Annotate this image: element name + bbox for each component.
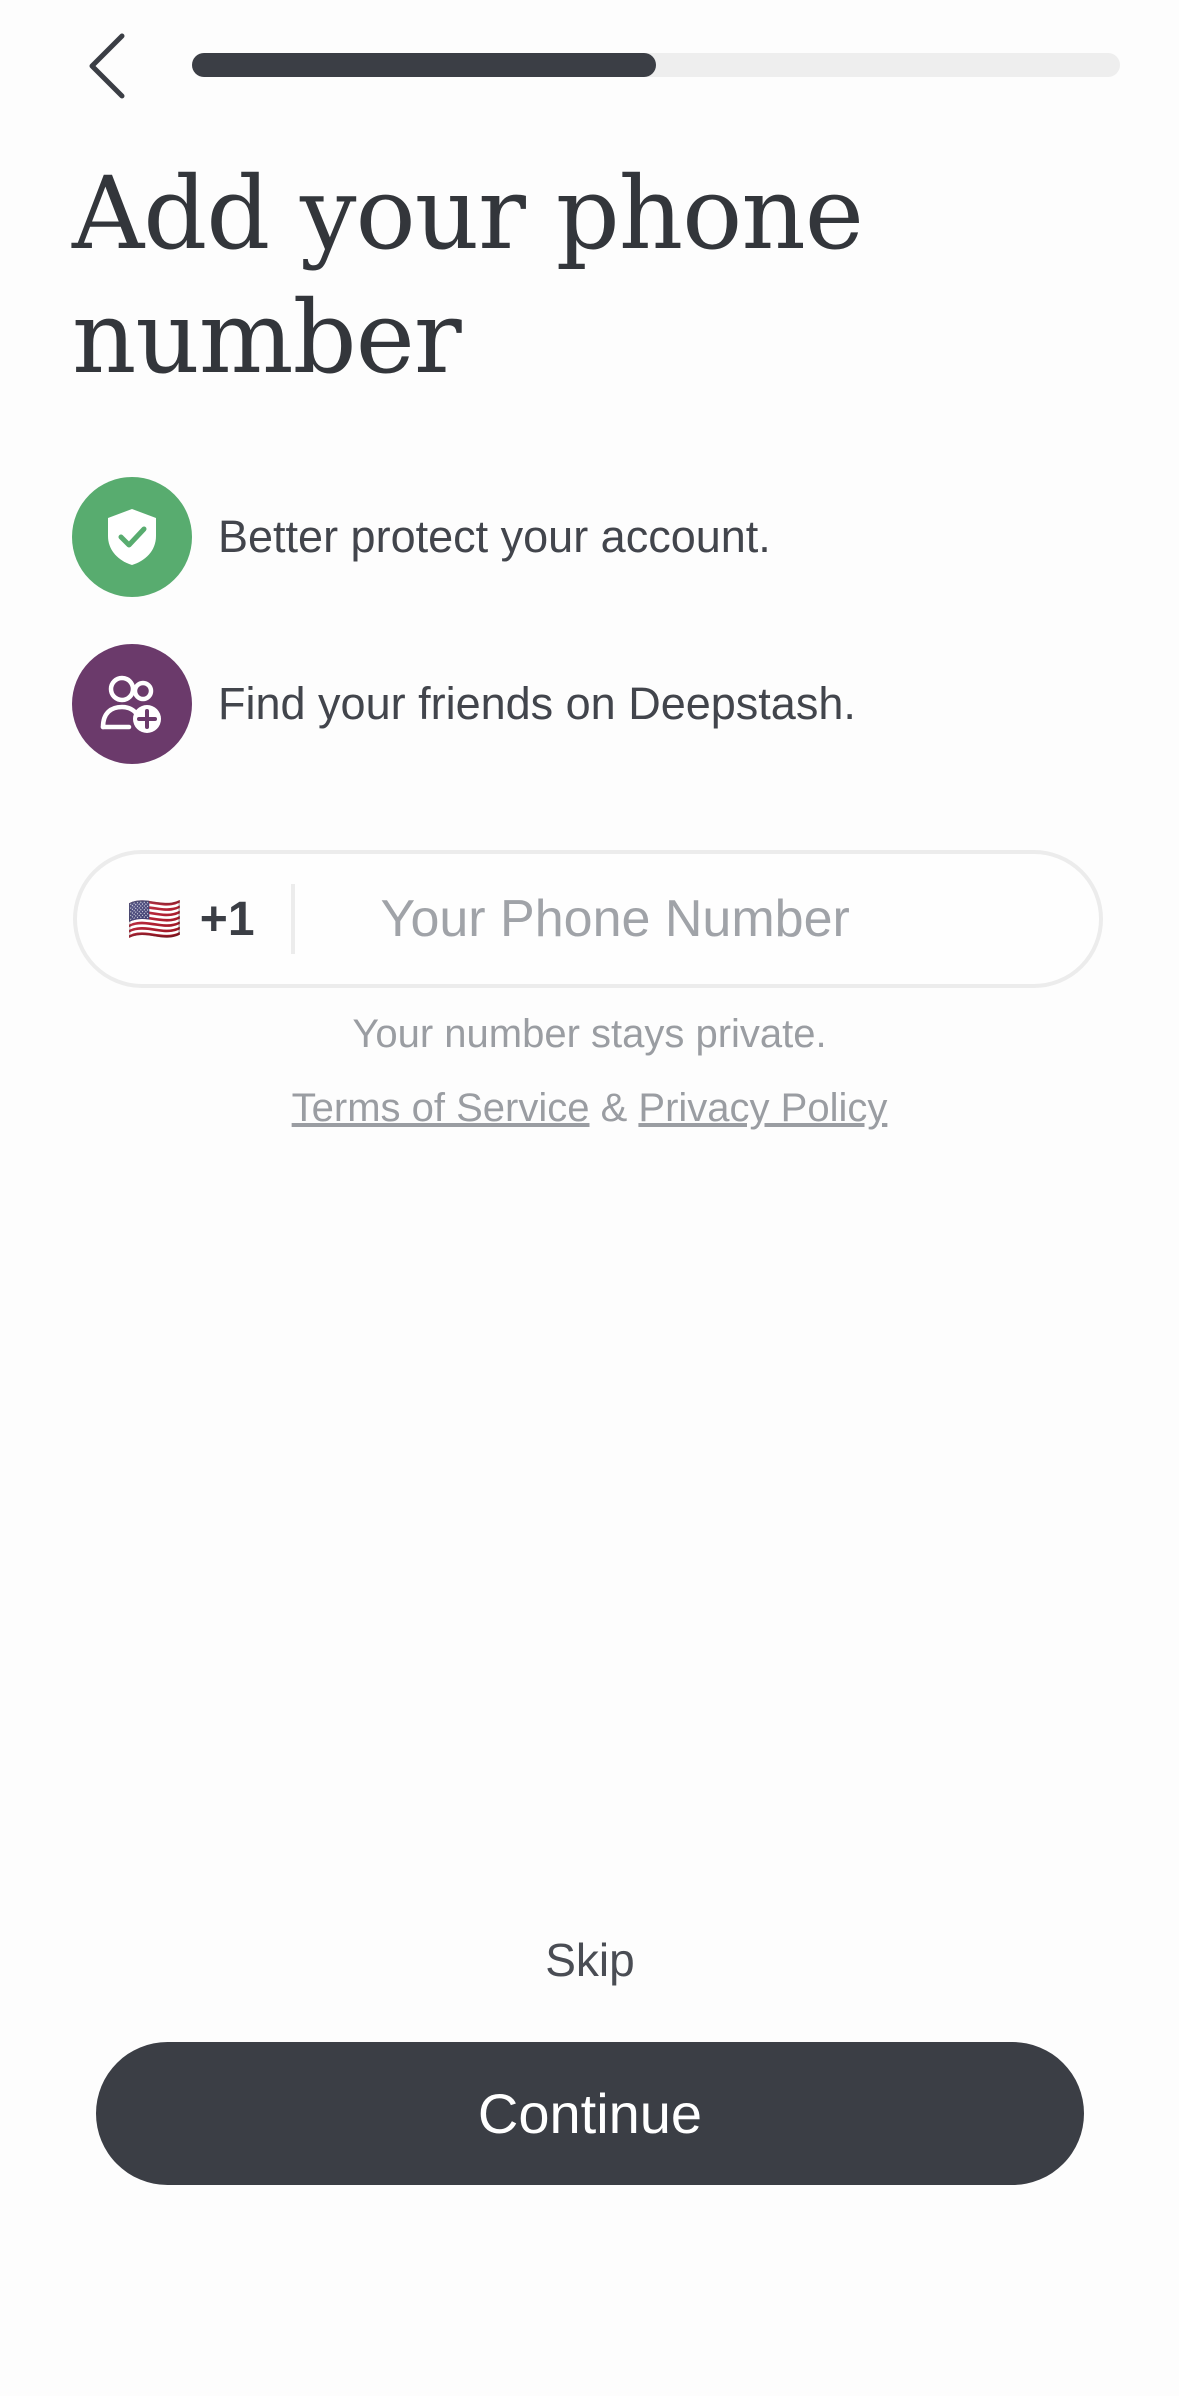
dial-code: +1 bbox=[199, 892, 255, 946]
terms-of-service-link[interactable]: Terms of Service bbox=[292, 1086, 590, 1130]
users-add-icon bbox=[72, 644, 192, 764]
phone-number-input[interactable] bbox=[378, 888, 983, 950]
feature-label: Find your friends on Deepstash. bbox=[218, 678, 856, 729]
back-button[interactable] bbox=[78, 30, 138, 102]
page-title: Add your phone number bbox=[72, 155, 864, 396]
shield-check-icon bbox=[72, 477, 192, 597]
input-divider bbox=[290, 884, 295, 954]
phone-input-container: 🇺🇸 +1 bbox=[73, 850, 1103, 988]
skip-button[interactable]: Skip bbox=[490, 1925, 690, 1995]
feature-label: Better protect your account. bbox=[218, 511, 771, 562]
continue-button[interactable]: Continue bbox=[96, 2042, 1084, 2185]
progress-fill bbox=[192, 53, 656, 77]
country-code-picker[interactable]: 🇺🇸 +1 bbox=[127, 854, 255, 984]
privacy-policy-link[interactable]: Privacy Policy bbox=[638, 1086, 887, 1130]
feature-find-friends: Find your friends on Deepstash. bbox=[72, 644, 856, 764]
privacy-note: Your number stays private. bbox=[352, 1012, 827, 1056]
feature-protect-account: Better protect your account. bbox=[72, 477, 771, 597]
us-flag-icon: 🇺🇸 bbox=[127, 895, 182, 944]
chevron-left-icon bbox=[89, 33, 125, 99]
legal-separator: & bbox=[589, 1086, 639, 1130]
progress-bar bbox=[192, 53, 1120, 77]
legal-links: Terms of Service & Privacy Policy bbox=[0, 1086, 1179, 1131]
